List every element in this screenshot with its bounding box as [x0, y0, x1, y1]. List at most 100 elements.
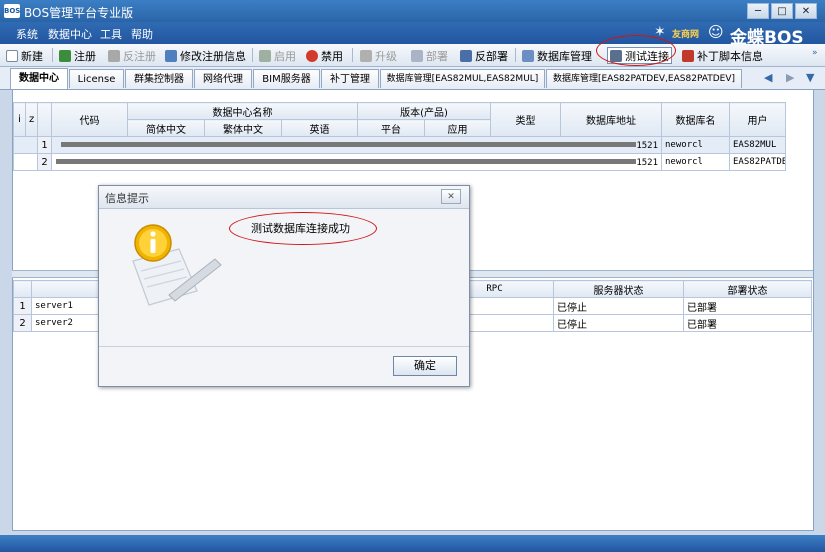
table-row[interactable]: 1 1521 neworcl EAS82MUL [13, 136, 787, 154]
deploy-button[interactable]: 部署 [411, 48, 448, 63]
table-row[interactable]: 2 1521 neworcl EAS82PATDEV [13, 153, 787, 171]
undeploy-icon [460, 50, 472, 62]
patch-info-button[interactable]: 补丁脚本信息 [682, 48, 763, 63]
unregister-button[interactable]: 反注册 [108, 48, 156, 63]
col-traditional[interactable]: 繁体中文 [204, 119, 282, 137]
row-number: 1 [13, 297, 32, 315]
col-english[interactable]: 英语 [280, 119, 359, 137]
deploy-status-cell: 已部署 [683, 314, 812, 332]
person-mascot-icon: ☺ [708, 23, 724, 41]
new-button[interactable]: 新建 [6, 48, 43, 63]
database-icon [522, 50, 534, 62]
upgrade-icon [360, 50, 372, 62]
server-status-cell: 已停止 [553, 314, 684, 332]
row-number: 1 [37, 136, 52, 154]
corner-z[interactable]: z [25, 102, 38, 137]
dialog-divider [99, 346, 469, 347]
toolbar-separator [352, 48, 353, 62]
tab-cluster-controller[interactable]: 群集控制器 [125, 69, 193, 88]
info-dialog: 信息提示 ✕ 测试数据库连接成功 确定 [98, 185, 470, 387]
disable-icon [306, 50, 318, 62]
tab-patch-manage[interactable]: 补丁管理 [321, 69, 379, 88]
dialog-title: 信息提示 [105, 192, 149, 205]
tab-db-manage-patdev[interactable]: 数据库管理[EAS82PATDEV,EAS82PATDEV] [546, 69, 742, 88]
undeploy-button[interactable]: 反部署 [460, 48, 508, 63]
masked-cell: 1521 [50, 153, 663, 171]
corner-i[interactable]: i [13, 102, 26, 137]
row-spacer [13, 153, 38, 171]
col-user[interactable]: 用户 [729, 102, 787, 137]
datacenter-table: i z 代码 数据中心名称 版本(产品) 类型 数据库地址 数据库名 用户 简体… [13, 102, 787, 171]
tab-bim-server[interactable]: BIM服务器 [253, 69, 320, 88]
tab-prev-icon[interactable]: ◀ [764, 71, 772, 84]
ok-button[interactable]: 确定 [393, 356, 457, 376]
test-connection-highlight-circle [596, 35, 676, 66]
tab-datacenter[interactable]: 数据中心 [10, 68, 68, 89]
row-number-header [13, 280, 32, 298]
col-deploy-status[interactable]: 部署状态 [683, 280, 812, 298]
youshang-logo-text: 友商网 [672, 30, 700, 40]
col-type[interactable]: 类型 [490, 102, 562, 137]
col-app[interactable]: 应用 [424, 119, 492, 137]
col-group-name: 数据中心名称 [126, 102, 359, 120]
redaction-bar [56, 159, 637, 164]
masked-cell: 1521 [50, 136, 663, 154]
col-simplified[interactable]: 简体中文 [127, 119, 205, 137]
menu-system[interactable]: 系统 [16, 26, 38, 42]
tab-db-manage-mul[interactable]: 数据库管理[EAS82MUL,EAS82MUL] [380, 69, 545, 88]
tab-list-icon[interactable]: ▼ [806, 71, 814, 84]
edit-register-button[interactable]: 修改注册信息 [165, 48, 246, 63]
dialog-close-button[interactable]: ✕ [441, 189, 461, 204]
unregister-icon [108, 50, 120, 62]
register-icon [59, 50, 71, 62]
register-button[interactable]: 注册 [59, 48, 96, 63]
window-title: BOS管理平台专业版 [24, 6, 134, 20]
tab-next-icon[interactable]: ▶ [786, 71, 794, 84]
toolbar: 新建 注册 反注册 修改注册信息 启用 禁用 升级 部署 反部署 数据库管理 测… [0, 44, 825, 67]
window-titlebar: BOS BOS管理平台专业版 ─ □ ✕ [0, 0, 825, 22]
redaction-bar [61, 142, 637, 147]
col-code[interactable]: 代码 [51, 102, 128, 137]
menu-datacenter[interactable]: 数据中心 [48, 26, 92, 42]
db-port: 1521 [636, 140, 659, 151]
brand-logo: ✶ 友商网 ☺ 金蝶BOS [650, 22, 825, 48]
app-icon: BOS [4, 4, 20, 18]
toolbar-separator [52, 48, 53, 62]
deploy-status-cell: 已部署 [683, 297, 812, 315]
menu-help[interactable]: 帮助 [131, 26, 153, 42]
info-icon [132, 224, 222, 306]
upgrade-button[interactable]: 升级 [360, 48, 397, 63]
server-status-cell: 已停止 [553, 297, 684, 315]
col-db-address[interactable]: 数据库地址 [560, 102, 663, 137]
patch-script-icon [682, 50, 694, 62]
db-name-cell: neworcl [661, 136, 731, 154]
db-port: 1521 [636, 157, 659, 168]
row-number-header [37, 102, 52, 137]
tab-license[interactable]: License [69, 69, 124, 88]
col-server-status[interactable]: 服务器状态 [553, 280, 684, 298]
row-number: 2 [37, 153, 52, 171]
disable-button[interactable]: 禁用 [306, 48, 343, 63]
row-spacer [13, 136, 38, 154]
db-name-cell: neworcl [661, 153, 731, 171]
tab-network-proxy[interactable]: 网络代理 [194, 69, 252, 88]
user-cell: EAS82PATDEV [729, 153, 787, 171]
minimize-button[interactable]: ─ [747, 3, 769, 19]
enable-icon [259, 50, 271, 62]
tab-strip: 数据中心 License 群集控制器 网络代理 BIM服务器 补丁管理 数据库管… [0, 67, 825, 90]
db-manage-button[interactable]: 数据库管理 [522, 48, 592, 63]
col-group-version: 版本(产品) [357, 102, 492, 120]
col-db-name[interactable]: 数据库名 [661, 102, 731, 137]
edit-icon [165, 50, 177, 62]
maximize-button[interactable]: □ [771, 3, 793, 19]
deploy-icon [411, 50, 423, 62]
toolbar-separator [252, 48, 253, 62]
enable-button[interactable]: 启用 [259, 48, 296, 63]
new-doc-icon [6, 50, 18, 62]
user-cell: EAS82MUL [729, 136, 787, 154]
col-platform[interactable]: 平台 [357, 119, 426, 137]
dialog-message: 测试数据库连接成功 [251, 222, 350, 235]
close-window-button[interactable]: ✕ [795, 3, 817, 19]
menu-tools[interactable]: 工具 [100, 26, 122, 42]
toolbar-overflow-icon[interactable]: » [812, 48, 818, 58]
